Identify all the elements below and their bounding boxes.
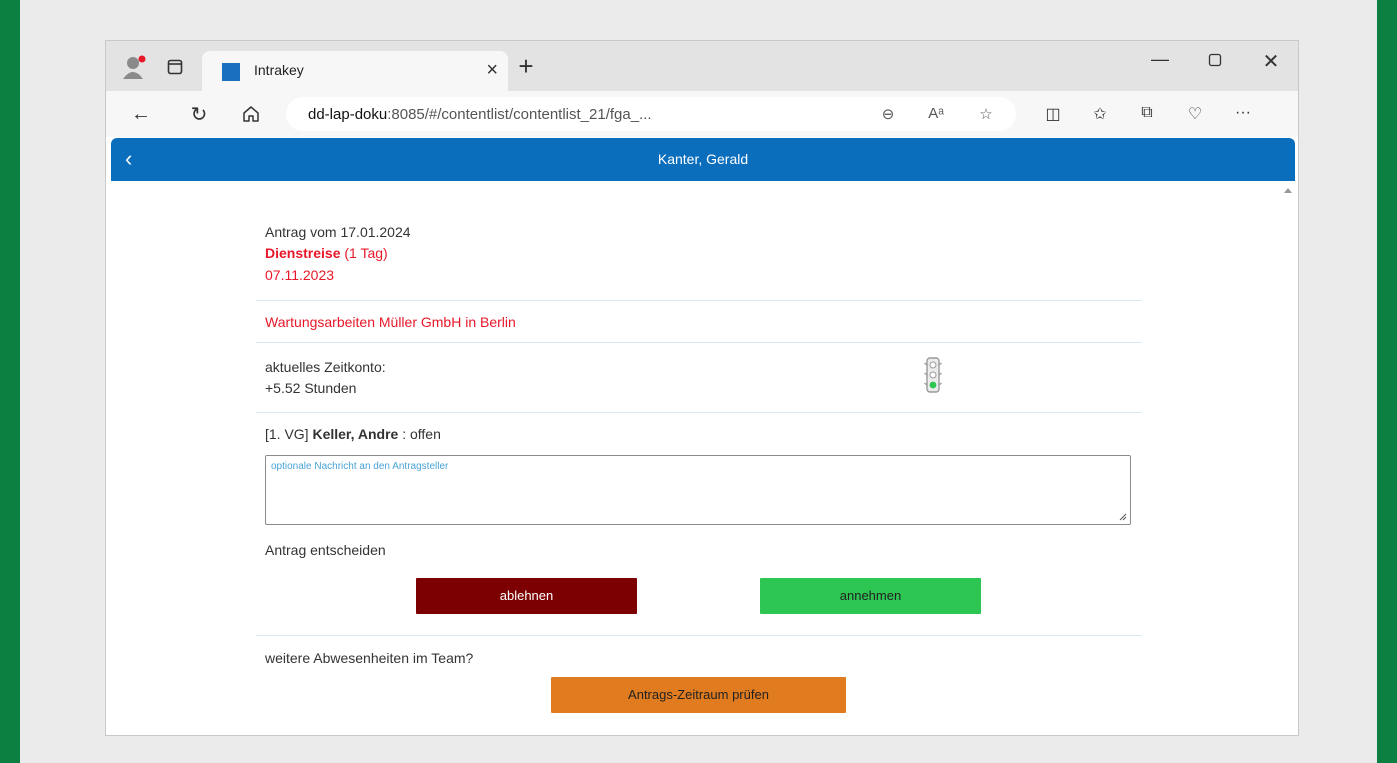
divider — [256, 300, 1142, 301]
home-icon[interactable] — [240, 103, 262, 125]
divider — [256, 635, 1142, 636]
team-absence-label: weitere Abwesenheiten im Team? — [265, 650, 474, 666]
request-type-line: Dienstreise (1 Tag) — [265, 244, 388, 263]
split-screen-icon[interactable]: ◫ — [1042, 104, 1064, 124]
health-icon[interactable]: ♡ — [1184, 104, 1206, 124]
favorites-icon[interactable]: ✩ — [1089, 104, 1111, 124]
time-account-value: +5.52 Stunden — [265, 380, 357, 396]
divider — [256, 412, 1142, 413]
favorite-icon[interactable]: ☆ — [976, 105, 996, 123]
request-period: 07.11.2023 — [265, 267, 335, 283]
browser-window: Intrakey × + — ✕ ← ↻ dd-lap-doku:8085/#/… — [105, 40, 1299, 736]
page-title: Kanter, Gerald — [657, 151, 749, 167]
check-period-button[interactable]: Antrags-Zeitraum prüfen — [551, 677, 846, 713]
resize-grip-icon[interactable] — [1119, 513, 1127, 521]
favicon-icon — [222, 63, 240, 81]
time-account-label: aktuelles Zeitkonto: — [265, 359, 386, 375]
collections-icon[interactable]: ⧉ — [1136, 104, 1158, 122]
tab-intrakey[interactable]: Intrakey × — [202, 51, 508, 91]
decision-label: Antrag entscheiden — [265, 542, 386, 558]
tab-actions-icon[interactable] — [166, 58, 184, 76]
more-icon[interactable]: ··· — [1232, 104, 1254, 122]
tab-bar: Intrakey × + — ✕ — [106, 41, 1298, 91]
profile-icon[interactable] — [120, 53, 148, 81]
approver-name: Keller, Andre — [312, 426, 399, 442]
message-textarea[interactable]: optionale Nachricht an den Antragsteller — [265, 455, 1131, 525]
app-header: ‹ Kanter, Gerald — [111, 138, 1295, 181]
url-field[interactable]: dd-lap-doku:8085/#/contentlist/contentli… — [286, 97, 1016, 131]
minimize-icon[interactable]: — — [1140, 49, 1180, 70]
request-reason: Wartungsarbeiten Müller GmbH in Berlin — [265, 314, 516, 330]
new-tab-icon[interactable]: + — [511, 53, 541, 79]
approver-status: : offen — [398, 426, 441, 442]
scroll-up-arrow[interactable] — [1284, 188, 1292, 193]
back-icon[interactable]: ← — [130, 103, 152, 125]
request-date: Antrag vom 17.01.2024 — [265, 224, 411, 240]
reject-button[interactable]: ablehnen — [416, 578, 637, 614]
divider — [256, 342, 1142, 343]
request-type: Dienstreise — [265, 245, 341, 261]
zoom-icon[interactable]: ⊖ — [878, 105, 898, 123]
approver-line: [1. VG] Keller, Andre : offen — [265, 425, 441, 444]
maximize-icon[interactable] — [1195, 49, 1235, 72]
message-placeholder: optionale Nachricht an den Antragsteller — [271, 461, 449, 472]
traffic-light-icon — [924, 357, 942, 395]
address-bar: ← ↻ dd-lap-doku:8085/#/contentlist/conte… — [106, 91, 1298, 137]
close-window-icon[interactable]: ✕ — [1251, 49, 1291, 74]
accept-button[interactable]: annehmen — [760, 578, 981, 614]
url-text: dd-lap-doku:8085/#/contentlist/contentli… — [308, 106, 652, 123]
close-tab-icon[interactable]: × — [486, 59, 498, 81]
approver-level: [1. VG] — [265, 426, 313, 442]
read-aloud-icon[interactable]: Aᵃ — [926, 105, 946, 122]
refresh-icon[interactable]: ↻ — [188, 103, 210, 126]
tab-title: Intrakey — [254, 62, 304, 78]
request-duration: (1 Tag) — [340, 245, 388, 261]
